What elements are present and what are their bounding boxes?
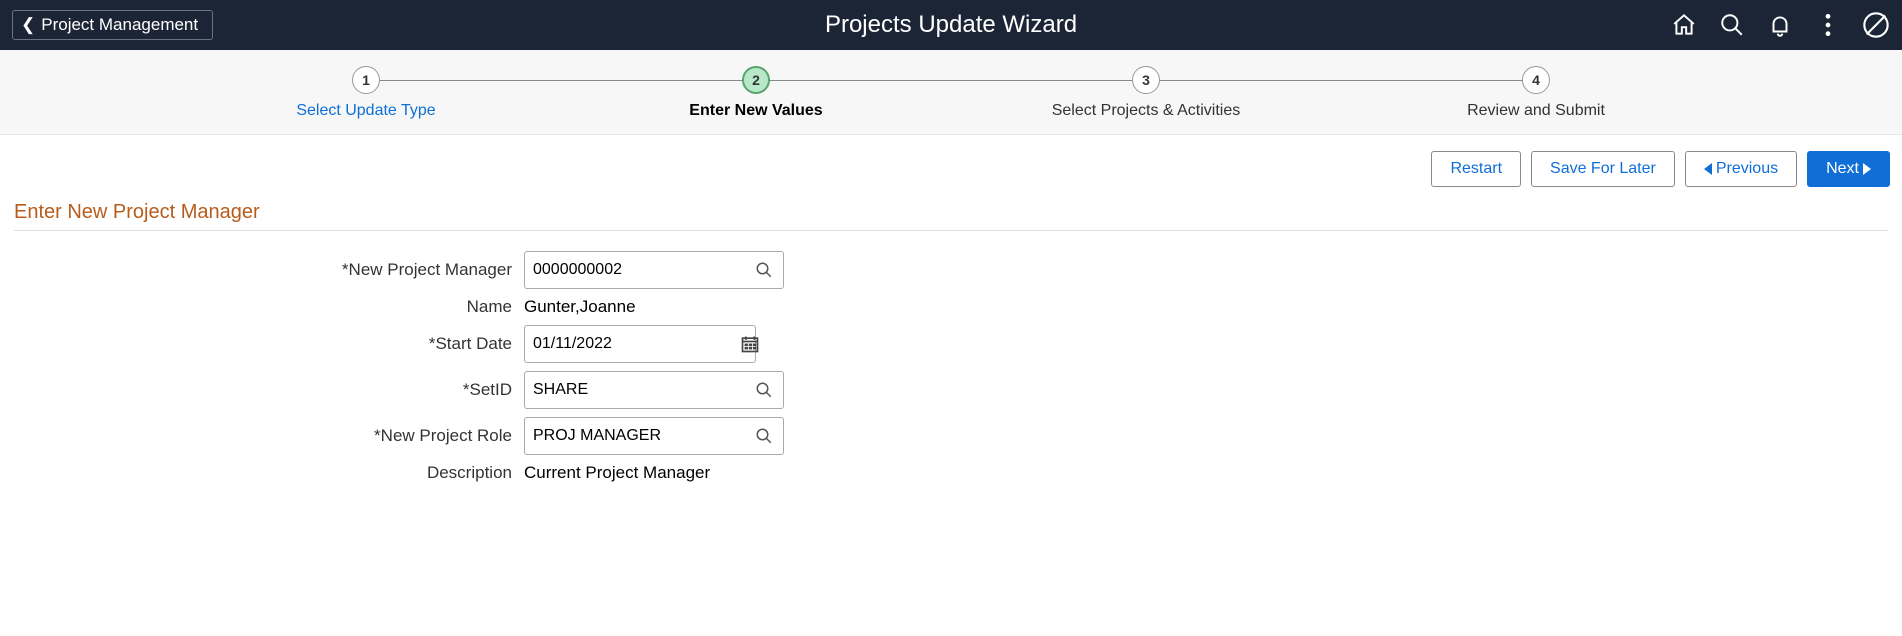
setid-input[interactable] bbox=[533, 381, 753, 399]
label-description: Description bbox=[14, 463, 524, 483]
home-icon[interactable] bbox=[1670, 11, 1698, 39]
label-start-date: *Start Date bbox=[14, 325, 524, 363]
step-label: Select Update Type bbox=[171, 102, 561, 120]
divider bbox=[14, 230, 1888, 231]
wizard-step-2: 2 Enter New Values bbox=[561, 66, 951, 120]
back-button[interactable]: ❮ Project Management bbox=[12, 10, 213, 40]
new-role-lookup bbox=[524, 417, 784, 455]
page-title: Projects Update Wizard bbox=[825, 11, 1077, 39]
more-icon[interactable] bbox=[1814, 11, 1842, 39]
step-label: Select Projects & Activities bbox=[951, 102, 1341, 120]
start-date-field bbox=[524, 325, 756, 363]
section-title: Enter New Project Manager bbox=[0, 193, 1902, 230]
restart-button[interactable]: Restart bbox=[1431, 151, 1521, 187]
bell-icon[interactable] bbox=[1766, 11, 1794, 39]
row-setid: *SetID bbox=[14, 371, 784, 409]
row-name: Name Gunter,Joanne bbox=[14, 297, 784, 317]
triangle-left-icon bbox=[1704, 163, 1712, 175]
wizard-step-1[interactable]: 1 Select Update Type bbox=[171, 66, 561, 120]
search-icon[interactable] bbox=[1718, 11, 1746, 39]
triangle-right-icon bbox=[1863, 163, 1871, 175]
label-name: Name bbox=[14, 297, 524, 317]
save-for-later-button[interactable]: Save For Later bbox=[1531, 151, 1675, 187]
step-number: 3 bbox=[1132, 66, 1160, 94]
header-actions bbox=[1670, 11, 1890, 39]
step-number: 2 bbox=[742, 66, 770, 94]
row-new-project-manager: *New Project Manager bbox=[14, 251, 784, 289]
label-new-pm: *New Project Manager bbox=[14, 251, 524, 289]
start-date-input[interactable] bbox=[533, 335, 740, 353]
wizard-steps: 1 Select Update Type 2 Enter New Values … bbox=[0, 50, 1902, 135]
lookup-icon[interactable] bbox=[753, 425, 775, 447]
lookup-icon[interactable] bbox=[753, 379, 775, 401]
wizard-step-4: 4 Review and Submit bbox=[1341, 66, 1731, 120]
name-value: Gunter,Joanne bbox=[524, 297, 636, 316]
step-number: 1 bbox=[352, 66, 380, 94]
row-description: Description Current Project Manager bbox=[14, 463, 784, 483]
label-setid: *SetID bbox=[14, 371, 524, 409]
step-label: Enter New Values bbox=[561, 102, 951, 120]
new-role-input[interactable] bbox=[533, 427, 753, 445]
compass-icon[interactable] bbox=[1862, 11, 1890, 39]
lookup-icon[interactable] bbox=[753, 259, 775, 281]
form: *New Project Manager Name Gunter,Joanne … bbox=[14, 243, 784, 491]
calendar-icon[interactable] bbox=[740, 333, 760, 355]
previous-button[interactable]: Previous bbox=[1685, 151, 1797, 187]
description-value: Current Project Manager bbox=[524, 463, 710, 482]
new-pm-lookup bbox=[524, 251, 784, 289]
chevron-left-icon: ❮ bbox=[21, 15, 35, 35]
app-header: ❮ Project Management Projects Update Wiz… bbox=[0, 0, 1902, 50]
step-label: Review and Submit bbox=[1341, 102, 1731, 120]
action-bar: Restart Save For Later Previous Next bbox=[0, 135, 1902, 193]
next-button[interactable]: Next bbox=[1807, 151, 1890, 187]
step-number: 4 bbox=[1522, 66, 1550, 94]
label-new-role: *New Project Role bbox=[14, 417, 524, 455]
new-pm-input[interactable] bbox=[533, 261, 753, 279]
row-new-project-role: *New Project Role bbox=[14, 417, 784, 455]
setid-lookup bbox=[524, 371, 784, 409]
row-start-date: *Start Date bbox=[14, 325, 784, 363]
wizard-step-3: 3 Select Projects & Activities bbox=[951, 66, 1341, 120]
back-label: Project Management bbox=[41, 15, 198, 35]
